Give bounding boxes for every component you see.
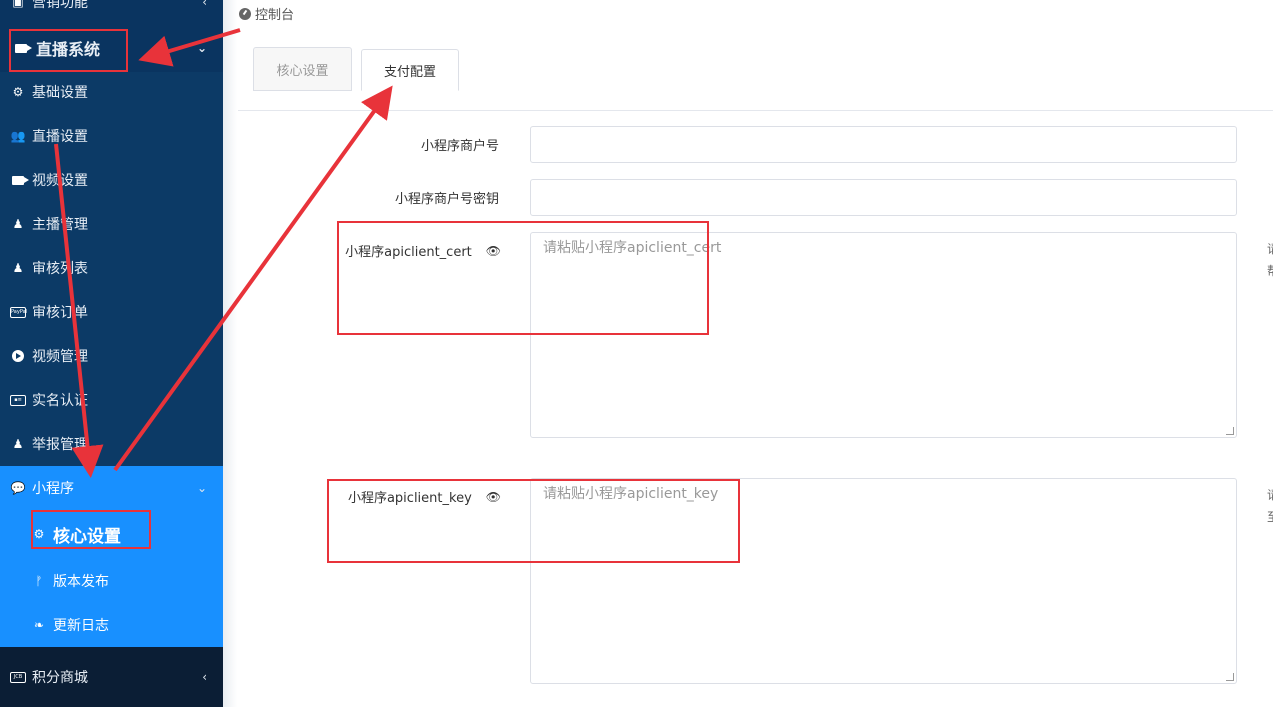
gift-icon: ▣ bbox=[12, 0, 24, 9]
sidebar-item-label: 实名认证 bbox=[32, 393, 88, 409]
sidebar-shadow bbox=[223, 0, 237, 707]
sidebar: ▣ 营销功能 ‹ 直播系统 ⌄ ⚙ 基础设置 👥 直播设置 视频设置 ♟ 主播管… bbox=[0, 0, 223, 707]
resize-handle-icon[interactable] bbox=[1226, 673, 1234, 681]
sidebar-group-miniprogram: 💬 小程序 ⌄ ⚙ 核心设置 ᚠ 版本发布 ❧ 更新日志 bbox=[0, 466, 223, 647]
gears-icon: ⚙ bbox=[33, 527, 45, 541]
sidebar-item-label: 审核订单 bbox=[32, 305, 88, 321]
sidebar-item-label: 举报管理 bbox=[32, 437, 88, 453]
sidebar-item-miniprogram[interactable]: 💬 小程序 ⌄ bbox=[0, 466, 223, 510]
code-fork-icon: ᚠ bbox=[35, 574, 43, 588]
gears-icon: ⚙ bbox=[12, 85, 24, 99]
sidebar-item-real-name-auth[interactable]: ▪≡ 实名认证 bbox=[0, 378, 223, 422]
eye-icon[interactable]: 👁 bbox=[486, 244, 501, 258]
chevron-left-icon: ‹ bbox=[202, 670, 207, 684]
merchant-id-input[interactable] bbox=[530, 126, 1237, 163]
cert-placeholder: 请粘贴小程序apiclient_cert bbox=[543, 240, 722, 256]
sidebar-item-label: 视频设置 bbox=[32, 173, 88, 189]
tab-divider bbox=[238, 110, 1273, 111]
chevron-left-icon: ‹ bbox=[202, 0, 207, 9]
tab-core-settings[interactable]: 核心设置 bbox=[253, 47, 352, 91]
key-textarea[interactable]: 请粘贴小程序apiclient_key bbox=[530, 478, 1237, 684]
sidebar-item-marketing[interactable]: ▣ 营销功能 ‹ bbox=[0, 0, 223, 24]
id-card-icon: ▪≡ bbox=[9, 393, 27, 407]
sidebar-item-label: 主播管理 bbox=[32, 217, 88, 233]
breadcrumb[interactable]: 控制台 bbox=[239, 4, 294, 23]
sidebar-item-basic-settings[interactable]: ⚙ 基础设置 bbox=[0, 70, 223, 114]
key-label: 小程序apiclient_key bbox=[347, 491, 472, 506]
breadcrumb-label: 控制台 bbox=[255, 8, 295, 23]
sidebar-item-label: 更新日志 bbox=[53, 618, 109, 634]
main-content: 控制台 核心设置 支付配置 小程序商户号 小程序商户号密钥 小程序apiclie… bbox=[223, 0, 1273, 707]
person-icon: ♟ bbox=[12, 261, 24, 275]
sidebar-item-label: 审核列表 bbox=[32, 261, 88, 277]
merchant-key-label: 小程序商户号密钥 bbox=[394, 192, 499, 207]
cert-label-row: 小程序apiclient_cert 👁 bbox=[323, 241, 501, 261]
cert-hint: 请帮 bbox=[1267, 238, 1273, 282]
key-label-row: 小程序apiclient_key 👁 bbox=[323, 487, 501, 507]
merchant-id-label: 小程序商户号 bbox=[420, 139, 499, 154]
merchant-key-input[interactable] bbox=[530, 179, 1237, 216]
cert-label: 小程序apiclient_cert bbox=[345, 245, 472, 260]
sidebar-item-review-orders[interactable]: PayPal 审核订单 bbox=[0, 290, 223, 334]
sidebar-item-anchor-management[interactable]: ♟ 主播管理 bbox=[0, 202, 223, 246]
key-placeholder: 请粘贴小程序apiclient_key bbox=[543, 486, 719, 502]
sidebar-item-video-management[interactable]: 视频管理 bbox=[0, 334, 223, 378]
sidebar-item-label: 小程序 bbox=[32, 481, 74, 497]
sidebar-item-label: 核心设置 bbox=[53, 526, 121, 547]
paypal-icon: PayPal bbox=[9, 305, 27, 319]
resize-handle-icon[interactable] bbox=[1226, 427, 1234, 435]
sidebar-item-label: 直播设置 bbox=[32, 129, 88, 145]
sidebar-item-label: 营销功能 bbox=[32, 0, 88, 11]
sidebar-item-live-settings[interactable]: 👥 直播设置 bbox=[0, 114, 223, 158]
paw-icon: ❧ bbox=[33, 618, 45, 632]
eye-icon[interactable]: 👁 bbox=[486, 490, 501, 504]
dashboard-icon bbox=[239, 7, 251, 20]
person-icon: ♟ bbox=[12, 217, 24, 231]
key-hint: 请至 bbox=[1267, 484, 1273, 528]
sidebar-item-label: 基础设置 bbox=[32, 85, 88, 101]
sidebar-item-version-release[interactable]: ᚠ 版本发布 bbox=[0, 559, 223, 603]
sidebar-item-report-management[interactable]: ♟ 举报管理 bbox=[0, 422, 223, 466]
sidebar-item-label: 版本发布 bbox=[53, 574, 109, 590]
wechat-icon: 💬 bbox=[10, 481, 26, 495]
sidebar-item-label: 视频管理 bbox=[32, 349, 88, 365]
play-circle-icon bbox=[9, 349, 27, 363]
sidebar-item-core-settings[interactable]: ⚙ 核心设置 bbox=[0, 512, 223, 556]
sidebar-item-points-mall[interactable]: JCB 积分商城 ‹ bbox=[0, 647, 223, 707]
sidebar-item-label: 积分商城 bbox=[32, 670, 88, 686]
chevron-down-icon: ⌄ bbox=[196, 481, 207, 495]
sidebar-item-live-system[interactable]: 直播系统 ⌄ bbox=[0, 24, 223, 72]
tab-payment-config[interactable]: 支付配置 bbox=[361, 49, 459, 91]
sidebar-item-changelog[interactable]: ❧ 更新日志 bbox=[0, 603, 223, 647]
sidebar-item-review-list[interactable]: ♟ 审核列表 bbox=[0, 246, 223, 290]
jcb-card-icon: JCB bbox=[9, 670, 27, 684]
cert-textarea[interactable]: 请粘贴小程序apiclient_cert bbox=[530, 232, 1237, 438]
sidebar-item-label: 直播系统 bbox=[36, 40, 101, 59]
user-icon: ♟ bbox=[12, 437, 24, 451]
users-icon: 👥 bbox=[10, 129, 26, 143]
sidebar-item-video-settings[interactable]: 视频设置 bbox=[0, 158, 223, 202]
video-camera-icon bbox=[9, 173, 29, 187]
video-camera-icon bbox=[12, 41, 32, 55]
chevron-down-icon: ⌄ bbox=[196, 41, 207, 55]
